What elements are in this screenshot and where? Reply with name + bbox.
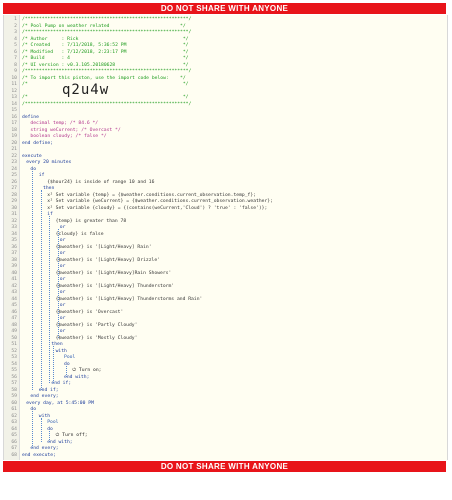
code-line: 68 end execute; — [4, 452, 447, 459]
block-guide — [53, 346, 55, 383]
block-guide — [32, 411, 34, 448]
code-text: end execute; — [22, 452, 56, 458]
block-guide — [49, 216, 51, 383]
block-guide — [40, 190, 42, 390]
block-guide — [49, 430, 51, 442]
block-guide — [32, 170, 34, 390]
warning-banner-bottom: DO NOT SHARE WITH ANYONE — [3, 461, 446, 472]
block-guide — [40, 417, 42, 442]
line-number: 68 — [11, 452, 17, 458]
block-guide — [57, 229, 59, 338]
warning-banner-top: DO NOT SHARE WITH ANYONE — [3, 3, 446, 14]
block-guide — [66, 365, 67, 377]
piston-code-view: 1/**************************************… — [3, 15, 448, 460]
